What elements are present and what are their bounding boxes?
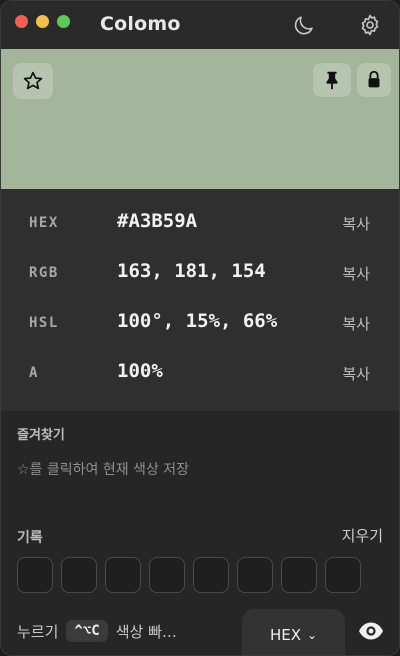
history-slot[interactable] (105, 557, 141, 593)
history-swatches (17, 557, 361, 593)
value-label: HEX (29, 215, 59, 231)
value-text[interactable]: 163, 181, 154 (117, 260, 266, 282)
copy-button[interactable]: 복사 (342, 313, 370, 334)
history-slot[interactable] (281, 557, 317, 593)
history-slot[interactable] (237, 557, 273, 593)
clear-history-button[interactable]: 지우기 (342, 525, 383, 546)
value-label: HSL (29, 315, 59, 331)
format-value: HEX (269, 626, 301, 644)
value-text[interactable]: 100% (117, 360, 163, 382)
format-dropdown[interactable]: HEX ⌄ (242, 609, 345, 655)
value-row-hex: HEX #A3B59A 복사 (1, 205, 399, 245)
history-slot[interactable] (61, 557, 97, 593)
favorites-title: 즐겨찾기 (17, 428, 65, 443)
value-row-hsl: HSL 100°, 15%, 66% 복사 (1, 305, 399, 345)
history-title: 기록 (17, 530, 43, 546)
copy-button[interactable]: 복사 (342, 263, 370, 284)
value-label: A (29, 365, 39, 381)
window-controls (15, 15, 70, 28)
zoom-button[interactable] (57, 15, 70, 28)
favorites-hint: ☆를 클릭하여 현재 색상 저장 (17, 462, 190, 478)
value-row-alpha: A 100% 복사 (1, 355, 399, 395)
eye-icon[interactable] (358, 621, 384, 641)
minimize-button[interactable] (36, 15, 49, 28)
pin-button[interactable] (313, 63, 351, 97)
color-swatch (1, 49, 399, 189)
value-text[interactable]: 100°, 15%, 66% (117, 310, 277, 332)
pin-icon (326, 71, 338, 90)
shortcut-key: ^⌥C (66, 620, 108, 642)
lock-button[interactable] (357, 63, 391, 97)
moon-icon[interactable] (292, 13, 316, 37)
title-bar: Colomo (1, 1, 399, 49)
close-button[interactable] (15, 15, 28, 28)
app-title: Colomo (100, 13, 181, 35)
history-slot[interactable] (325, 557, 361, 593)
history-slot[interactable] (193, 557, 229, 593)
color-values-panel: HEX #A3B59A 복사 RGB 163, 181, 154 복사 HSL … (1, 189, 399, 411)
gear-icon[interactable] (358, 13, 382, 37)
star-icon (23, 71, 43, 90)
copy-button[interactable]: 복사 (342, 363, 370, 384)
history-slot[interactable] (17, 557, 53, 593)
history-slot[interactable] (149, 557, 185, 593)
value-text[interactable]: #A3B59A (117, 210, 197, 232)
copy-button[interactable]: 복사 (342, 213, 370, 234)
favorite-button[interactable] (13, 63, 53, 99)
pick-color-hint: 색상 빠… (115, 622, 177, 641)
lock-icon (368, 70, 380, 88)
app-window: Colomo HEX #A3B59A 복사 RGB 163, 181, 154 … (0, 0, 400, 656)
press-label: 누르기 (17, 622, 59, 641)
chevron-down-icon: ⌄ (306, 628, 318, 642)
value-label: RGB (29, 265, 59, 281)
value-row-rgb: RGB 163, 181, 154 복사 (1, 255, 399, 295)
shortcut-hint: 누르기 ^⌥C 색상 빠… (17, 620, 177, 642)
